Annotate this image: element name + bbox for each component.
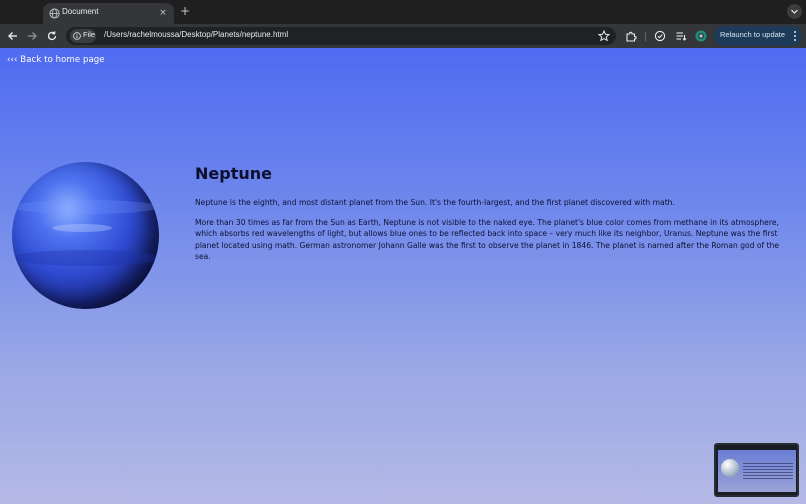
reading-list-icon[interactable] <box>674 29 688 43</box>
file-scheme-label: File <box>83 30 96 39</box>
globe-icon <box>49 8 60 19</box>
extensions-puzzle-icon[interactable] <box>624 29 638 43</box>
bookmark-star-icon[interactable] <box>597 29 611 43</box>
tab-title: Document <box>62 7 99 16</box>
details-paragraph: More than 30 times as far from the Sun a… <box>195 218 780 262</box>
thumbnail-planet <box>721 459 739 477</box>
close-tab-icon[interactable]: × <box>156 6 170 20</box>
tab-strip: Document × + <box>0 0 806 24</box>
relaunch-to-update-button[interactable]: Relaunch to update <box>714 26 802 46</box>
page-preview-thumbnail[interactable] <box>714 443 799 497</box>
page-viewport: ‹‹‹ Back to home page Neptune Neptune is… <box>0 48 806 504</box>
address-bar[interactable]: File /Users/rachelmoussa/Desktop/Planets… <box>66 27 616 45</box>
back-to-home-link[interactable]: ‹‹‹ Back to home page <box>7 55 105 65</box>
intro-paragraph: Neptune is the eighth, and most distant … <box>195 198 675 207</box>
new-tab-button[interactable]: + <box>178 4 192 18</box>
thumbnail-text <box>743 463 793 479</box>
thumbnail-page <box>718 450 796 492</box>
more-vertical-icon <box>794 31 796 41</box>
profile-avatar-icon[interactable] <box>694 29 708 43</box>
browser-toolbar: File /Users/rachelmoussa/Desktop/Planets… <box>0 24 806 48</box>
site-info-chip[interactable]: File <box>70 29 96 43</box>
relaunch-label: Relaunch to update <box>720 30 786 39</box>
planet-storm <box>52 224 112 232</box>
url-text[interactable]: /Users/rachelmoussa/Desktop/Planets/nept… <box>104 30 288 39</box>
reload-icon[interactable] <box>45 29 59 43</box>
neptune-image <box>12 162 159 309</box>
forward-arrow-icon[interactable] <box>25 29 39 43</box>
info-icon <box>73 32 81 40</box>
page-title: Neptune <box>195 164 272 183</box>
planet-band <box>12 250 159 266</box>
back-arrow-icon[interactable] <box>6 29 20 43</box>
shield-icon[interactable] <box>653 29 667 43</box>
chevron-down-icon <box>791 9 798 14</box>
toolbar-divider <box>645 32 646 41</box>
tab-document[interactable]: Document × <box>43 3 174 24</box>
planet-band <box>12 200 159 214</box>
tab-search-button[interactable] <box>787 4 802 19</box>
